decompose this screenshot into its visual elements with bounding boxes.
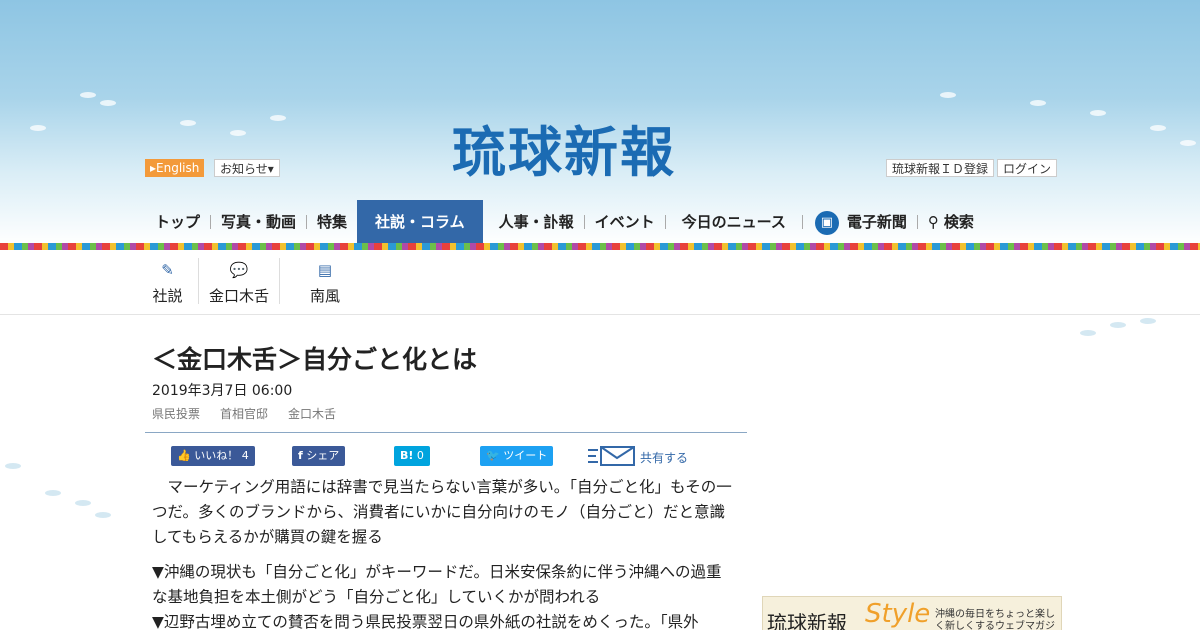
article-title: ＜金口木舌＞自分ごと化とは (152, 345, 478, 374)
fish-decoration (80, 92, 96, 98)
subnav-editorial[interactable]: ✎ 社説 (145, 256, 190, 306)
subnav-nanpu[interactable]: ▤ 南風 (280, 256, 370, 306)
nav-search-label: 検索 (943, 213, 974, 231)
tag-link[interactable]: 首相官邸 (220, 405, 268, 422)
article-paragraph: ▼沖縄の現状も「自分ごと化」がキーワードだ。日米安保条約に伴う沖縄への過重な基地… (152, 563, 722, 606)
comment-icon: ▤ (317, 261, 333, 279)
column-subnav: ✎ 社説 💬 金口木舌 ▤ 南風 (145, 256, 370, 308)
subnav-nanpu-label: 南風 (310, 287, 341, 305)
tweet-label: ツイート (503, 449, 548, 462)
subnav-editorial-label: 社説 (152, 287, 183, 305)
fish-decoration (30, 125, 46, 131)
article-paragraph: ▼辺野古埋め立ての賛否を問う県民投票翌日の県外紙の社説をめくった。「県外 (152, 613, 699, 630)
article-divider (145, 432, 747, 433)
fish-decoration (230, 130, 246, 136)
fish-decoration (5, 463, 21, 469)
tag-link[interactable]: 金口木舌 (288, 405, 336, 422)
fish-decoration (1110, 322, 1126, 328)
nav-feature[interactable]: 特集 (307, 200, 357, 244)
article-date: 2019年3月7日 06:00 (152, 383, 293, 399)
notice-dropdown[interactable]: お知らせ▾ (214, 159, 280, 177)
site-logo[interactable]: 琉球新報 (452, 122, 676, 182)
fish-decoration (1150, 125, 1166, 131)
chat-icon: 💬 (229, 261, 249, 279)
article-tags: 県民投票 首相官邸 金口木舌 (152, 405, 336, 422)
monitor-icon: ▣ (814, 210, 839, 235)
fish-decoration (270, 115, 286, 121)
twitter-icon: 🐦 (486, 449, 500, 462)
subnav-kinkuchi-label: 金口木舌 (209, 287, 270, 305)
pen-icon: ✎ (161, 261, 174, 279)
fish-decoration (45, 490, 61, 496)
fish-decoration (75, 500, 91, 506)
mail-share-icon[interactable] (588, 445, 636, 467)
facebook-share-button[interactable]: f シェア (292, 446, 346, 466)
english-link[interactable]: ▸English (145, 159, 205, 177)
banner-title: 琉球新報 (767, 611, 847, 630)
fish-decoration (1140, 318, 1156, 324)
nav-search[interactable]: ⚲ 検索 (918, 200, 984, 244)
nav-personnel[interactable]: 人事・訃報 (483, 200, 584, 244)
nav-today-news[interactable]: 今日のニュース (666, 200, 802, 244)
divider (0, 314, 1200, 315)
fish-decoration (1180, 140, 1196, 146)
search-icon: ⚲ (927, 213, 939, 231)
banner-style-word: Style (865, 599, 931, 629)
fish-decoration (1030, 100, 1046, 106)
like-count: 4 (241, 449, 249, 462)
nav-digital-paper-label: 電子新聞 (846, 213, 907, 231)
share-label[interactable]: 共有する (640, 449, 688, 466)
fish-decoration (100, 100, 116, 106)
nav-photo-video[interactable]: 写真・動画 (211, 200, 306, 244)
nav-digital-paper[interactable]: ▣ 電子新聞 (803, 200, 917, 244)
fish-decoration (180, 120, 196, 126)
login-link[interactable]: ログイン (997, 159, 1058, 177)
like-label: いいね！ (194, 449, 239, 462)
fb-share-label: シェア (306, 449, 340, 462)
hatena-icon: B! (400, 449, 414, 462)
facebook-icon: f (298, 449, 303, 462)
thumbs-up-icon: 👍 (177, 449, 191, 462)
ryukyu-style-banner[interactable]: 琉球新報 Style 沖縄の毎日をちょっと楽しく新しくするウェブマガジン (762, 596, 1062, 630)
hatena-count: 0 (416, 449, 424, 462)
nav-event[interactable]: イベント (585, 200, 665, 244)
hatena-bookmark-button[interactable]: B! 0 (394, 446, 430, 466)
decorative-pattern-band (0, 243, 1200, 250)
tweet-button[interactable]: 🐦 ツイート (480, 446, 554, 466)
fish-decoration (1080, 330, 1096, 336)
nav-editorial-column[interactable]: 社説・コラム (357, 200, 483, 244)
main-nav: トップ 写真・動画 特集 社説・コラム 人事・訃報 イベント 今日のニュース ▣… (145, 200, 984, 244)
tag-link[interactable]: 県民投票 (152, 405, 200, 422)
fish-decoration (95, 512, 111, 518)
id-register-link[interactable]: 琉球新報ＩＤ登録 (886, 159, 995, 177)
fish-decoration (940, 92, 956, 98)
subnav-kinkuchi[interactable]: 💬 金口木舌 (199, 256, 279, 306)
article-paragraph: マーケティング用語には辞書で見当たらない言葉が多い。「自分ごと化」もその一つだ。… (152, 478, 732, 546)
facebook-like-button[interactable]: 👍 いいね！ 4 (171, 446, 255, 466)
nav-top[interactable]: トップ (145, 200, 210, 244)
banner-subtitle: 沖縄の毎日をちょっと楽しく新しくするウェブマガジン (935, 609, 1055, 630)
fish-decoration (1090, 110, 1106, 116)
